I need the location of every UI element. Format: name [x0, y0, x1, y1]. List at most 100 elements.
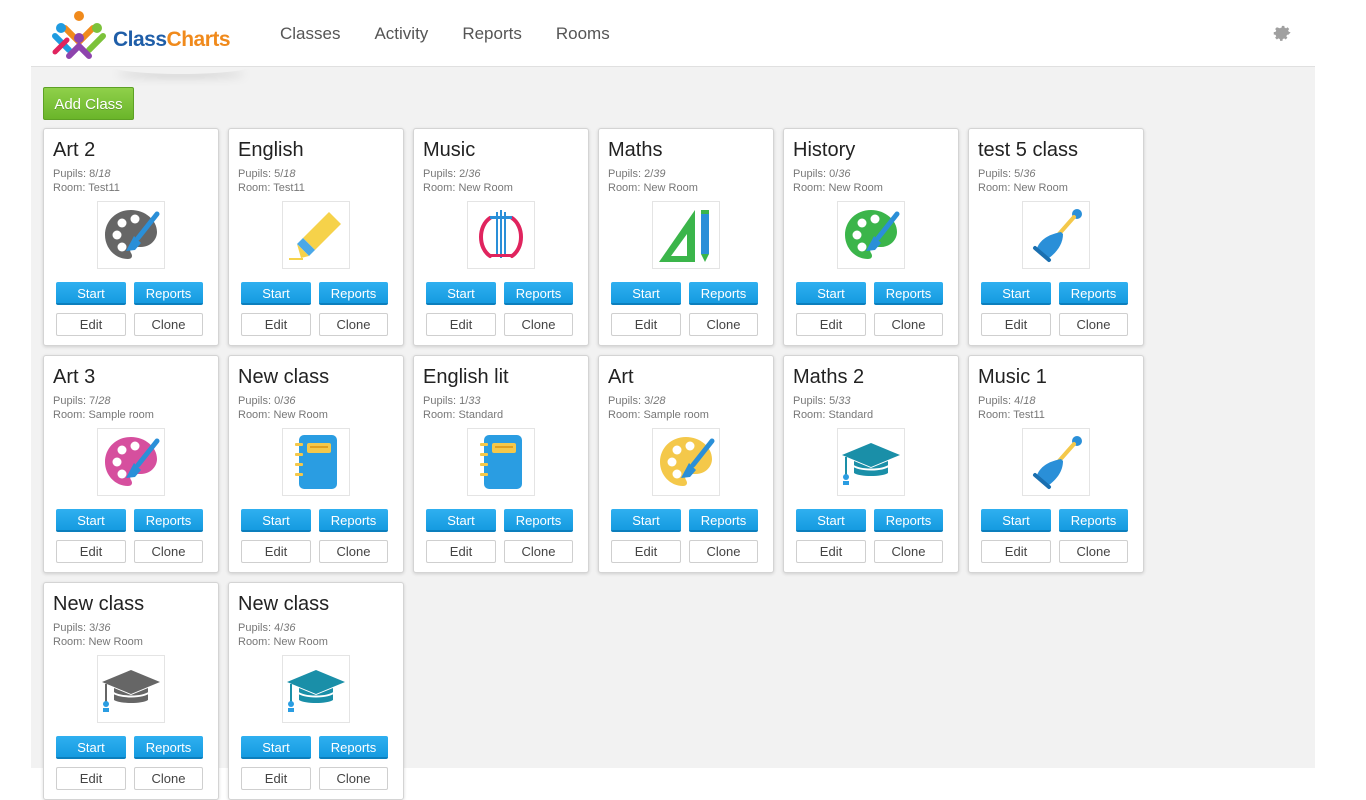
clone-button[interactable]: Clone	[1059, 313, 1128, 336]
edit-button[interactable]: Edit	[981, 313, 1051, 336]
class-title[interactable]: New class	[53, 593, 144, 616]
edit-button[interactable]: Edit	[981, 540, 1051, 563]
room-label: Room:	[238, 636, 271, 648]
clone-button[interactable]: Clone	[689, 540, 758, 563]
start-button[interactable]: Start	[56, 509, 126, 532]
edit-button[interactable]: Edit	[56, 767, 126, 790]
start-button[interactable]: Start	[56, 282, 126, 305]
pupils-capacity: 33	[838, 395, 851, 407]
class-title[interactable]: Art	[608, 366, 634, 389]
graduation-cap-teal-icon[interactable]	[837, 428, 905, 496]
edit-button[interactable]: Edit	[241, 767, 311, 790]
gear-icon[interactable]	[1271, 22, 1293, 44]
edit-button[interactable]: Edit	[611, 313, 681, 336]
add-class-button[interactable]: Add Class	[43, 87, 134, 120]
class-meta: Pupils: 0/36 Room: New Room	[238, 395, 328, 421]
clone-button[interactable]: Clone	[319, 313, 388, 336]
class-meta: Pupils: 5/18 Room: Test11	[238, 168, 305, 194]
palette-green-icon[interactable]	[837, 201, 905, 269]
start-button[interactable]: Start	[241, 736, 311, 759]
clone-button[interactable]: Clone	[504, 313, 573, 336]
nav-rooms[interactable]: Rooms	[556, 24, 610, 44]
class-title[interactable]: Art 3	[53, 366, 95, 389]
ruler-pencil-icon[interactable]	[652, 201, 720, 269]
class-title[interactable]: New class	[238, 593, 329, 616]
reports-button[interactable]: Reports	[504, 282, 573, 305]
nav-classes[interactable]: Classes	[280, 24, 340, 44]
edit-button[interactable]: Edit	[56, 540, 126, 563]
reports-button[interactable]: Reports	[1059, 282, 1128, 305]
start-button[interactable]: Start	[796, 282, 866, 305]
clone-button[interactable]: Clone	[319, 540, 388, 563]
class-title[interactable]: Art 2	[53, 139, 95, 162]
clone-button[interactable]: Clone	[874, 313, 943, 336]
reports-button[interactable]: Reports	[504, 509, 573, 532]
start-button[interactable]: Start	[796, 509, 866, 532]
graduation-cap-teal-icon[interactable]	[282, 655, 350, 723]
edit-button[interactable]: Edit	[611, 540, 681, 563]
nav-reports[interactable]: Reports	[462, 24, 522, 44]
start-button[interactable]: Start	[426, 282, 496, 305]
start-button[interactable]: Start	[241, 282, 311, 305]
clone-button[interactable]: Clone	[134, 767, 203, 790]
start-button[interactable]: Start	[981, 509, 1051, 532]
edit-button[interactable]: Edit	[241, 313, 311, 336]
pupils-label: Pupils:	[423, 395, 457, 407]
start-button[interactable]: Start	[426, 509, 496, 532]
bell-icon[interactable]	[1022, 428, 1090, 496]
clone-button[interactable]: Clone	[874, 540, 943, 563]
class-title[interactable]: test 5 class	[978, 139, 1078, 162]
reports-button[interactable]: Reports	[134, 736, 203, 759]
start-button[interactable]: Start	[981, 282, 1051, 305]
graduation-cap-gray-icon[interactable]	[97, 655, 165, 723]
start-button[interactable]: Start	[611, 282, 681, 305]
lyre-icon[interactable]	[467, 201, 535, 269]
room-label: Room:	[53, 636, 86, 648]
classcharts-logo[interactable]: ClassCharts	[51, 8, 251, 60]
reports-button[interactable]: Reports	[874, 509, 943, 532]
class-title[interactable]: English	[238, 139, 304, 162]
bell-icon[interactable]	[1022, 201, 1090, 269]
class-title[interactable]: Maths 2	[793, 366, 864, 389]
reports-button[interactable]: Reports	[319, 282, 388, 305]
top-bar: ClassCharts Classes Activity Reports Roo…	[31, 0, 1315, 67]
clone-button[interactable]: Clone	[504, 540, 573, 563]
edit-button[interactable]: Edit	[56, 313, 126, 336]
class-title[interactable]: English lit	[423, 366, 509, 389]
reports-button[interactable]: Reports	[134, 509, 203, 532]
class-title[interactable]: Music	[423, 139, 475, 162]
reports-button[interactable]: Reports	[689, 282, 758, 305]
class-title[interactable]: Music 1	[978, 366, 1047, 389]
highlighter-icon[interactable]	[282, 201, 350, 269]
clone-button[interactable]: Clone	[689, 313, 758, 336]
clone-button[interactable]: Clone	[134, 313, 203, 336]
start-button[interactable]: Start	[241, 509, 311, 532]
edit-button[interactable]: Edit	[426, 540, 496, 563]
nav-activity[interactable]: Activity	[374, 24, 428, 44]
clone-button[interactable]: Clone	[319, 767, 388, 790]
start-button[interactable]: Start	[56, 736, 126, 759]
room-label: Room:	[423, 409, 456, 421]
start-button[interactable]: Start	[611, 509, 681, 532]
palette-pink-icon[interactable]	[97, 428, 165, 496]
notebook-icon[interactable]	[467, 428, 535, 496]
clone-button[interactable]: Clone	[1059, 540, 1128, 563]
clone-button[interactable]: Clone	[134, 540, 203, 563]
reports-button[interactable]: Reports	[1059, 509, 1128, 532]
pupils-label: Pupils:	[238, 168, 272, 180]
edit-button[interactable]: Edit	[796, 540, 866, 563]
palette-gray-icon[interactable]	[97, 201, 165, 269]
reports-button[interactable]: Reports	[319, 736, 388, 759]
notebook-icon[interactable]	[282, 428, 350, 496]
reports-button[interactable]: Reports	[319, 509, 388, 532]
edit-button[interactable]: Edit	[241, 540, 311, 563]
palette-yellow-icon[interactable]	[652, 428, 720, 496]
edit-button[interactable]: Edit	[796, 313, 866, 336]
class-title[interactable]: Maths	[608, 139, 662, 162]
edit-button[interactable]: Edit	[426, 313, 496, 336]
class-title[interactable]: History	[793, 139, 855, 162]
reports-button[interactable]: Reports	[874, 282, 943, 305]
reports-button[interactable]: Reports	[134, 282, 203, 305]
class-title[interactable]: New class	[238, 366, 329, 389]
reports-button[interactable]: Reports	[689, 509, 758, 532]
